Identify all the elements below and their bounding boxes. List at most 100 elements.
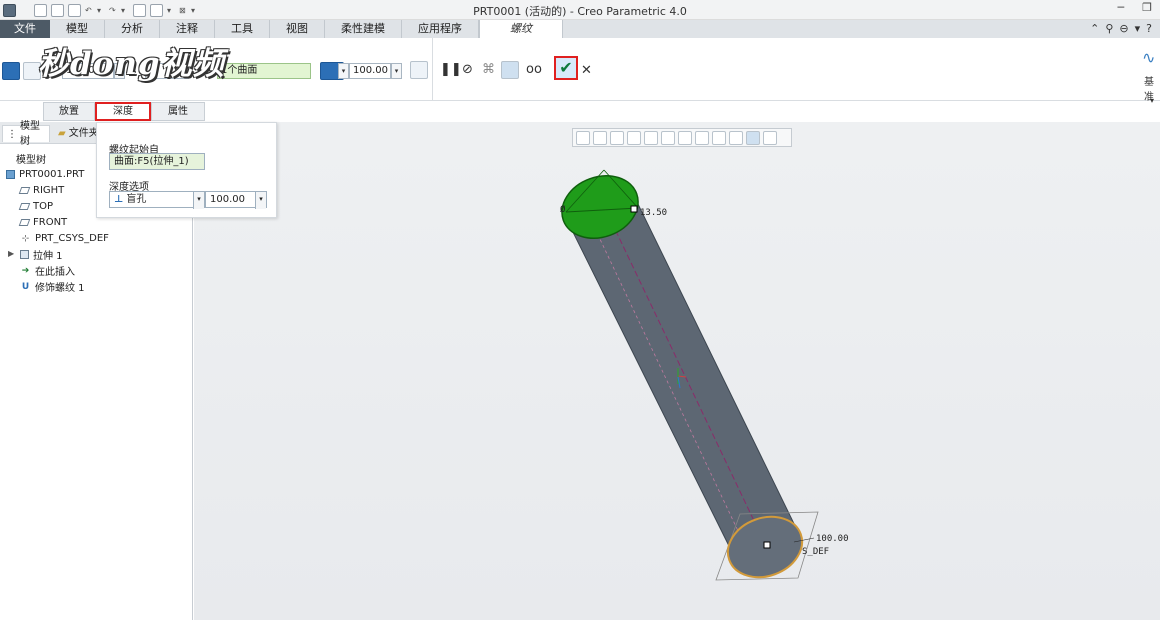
geometry-preview-icon[interactable]: ⌘ bbox=[482, 62, 495, 77]
csys-label: S_DEF bbox=[802, 547, 829, 557]
tree-item-label: PRT_CSYS_DEF bbox=[35, 233, 109, 244]
tab-folder-label: 文件夹 bbox=[68, 128, 99, 139]
tree-item-label: 在此插入 bbox=[35, 267, 75, 278]
watermark-logo: 秒dong视频 bbox=[38, 46, 225, 82]
depth-option-value: 盲孔 bbox=[126, 194, 147, 205]
depth-value: 100.00 bbox=[210, 194, 245, 205]
tab-model-tree-label: 模型树 bbox=[20, 121, 40, 147]
tab-file[interactable]: 文件 bbox=[0, 20, 50, 38]
tab-model[interactable]: 模型 bbox=[50, 20, 105, 38]
surface-collector[interactable]: 1个曲面 bbox=[217, 63, 311, 79]
tree-item-label: TOP bbox=[33, 201, 54, 212]
zoom-out-icon[interactable] bbox=[610, 130, 624, 145]
tree-item-part[interactable]: PRT0001.PRT bbox=[6, 167, 84, 182]
blind-icon: ⊥ bbox=[114, 194, 124, 205]
depth-type-dropdown-icon[interactable]: ▾ bbox=[338, 63, 349, 79]
datum-plane-icon bbox=[18, 187, 31, 194]
bottom-handle[interactable] bbox=[763, 541, 771, 549]
display-style-icon[interactable] bbox=[661, 130, 675, 145]
datum-display-icon[interactable] bbox=[712, 130, 726, 145]
window-controls: ─ ❐ bbox=[1118, 1, 1153, 14]
perspective-icon[interactable] bbox=[644, 130, 658, 145]
tab-analysis[interactable]: 分析 bbox=[105, 20, 160, 38]
folder-icon: ▰ bbox=[58, 128, 66, 139]
spin-center-icon[interactable] bbox=[746, 130, 760, 145]
tab-applications[interactable]: 应用程序 bbox=[402, 20, 479, 38]
saved-views-icon[interactable] bbox=[678, 130, 692, 145]
minimize-ribbon-icon[interactable]: ⌃ bbox=[1090, 22, 1099, 35]
creo-app: ↶ ▾ ↷ ▾ ▾ ⊠ ▾ PRT0001 (活动的) - Creo Param… bbox=[0, 0, 1160, 620]
zoom-in-icon[interactable] bbox=[593, 130, 607, 145]
minimize-icon[interactable]: ─ bbox=[1118, 1, 1125, 14]
depth-option-dropdown-icon[interactable]: ▾ bbox=[193, 192, 204, 209]
depth-option-select[interactable]: ⊥ 盲孔 ▾ bbox=[109, 191, 205, 209]
tree-item-csys[interactable]: ⊹ PRT_CSYS_DEF bbox=[20, 231, 109, 246]
help-dropdown-icon[interactable]: ▾ bbox=[1135, 22, 1141, 35]
tree-item-extrude[interactable]: 拉伸 1 bbox=[20, 247, 63, 262]
tree-item-label: FRONT bbox=[33, 217, 68, 228]
tree-item-top[interactable]: TOP bbox=[18, 199, 54, 214]
tree-item-label: RIGHT bbox=[33, 185, 65, 196]
depth-dimension[interactable]: 100.00 bbox=[816, 534, 849, 544]
cancel-button[interactable]: ✕ bbox=[581, 63, 592, 78]
ok-button[interactable]: ✔ bbox=[554, 56, 578, 80]
insert-here-icon: ➔ bbox=[21, 265, 30, 276]
depth-value-dropdown-icon[interactable]: ▾ bbox=[255, 192, 266, 209]
tab-thread[interactable]: 螺纹 bbox=[479, 20, 563, 38]
depth-panel: 螺纹起始自 曲面:F5(拉伸_1) 深度选项 ⊥ 盲孔 ▾ 100.00 ▾ bbox=[96, 122, 277, 218]
graphics-area[interactable]: 13.50 Ø 100.00 S_DEF bbox=[194, 122, 1160, 620]
datum-icon[interactable]: ∿ bbox=[1142, 48, 1155, 67]
repaint-icon[interactable] bbox=[627, 130, 641, 145]
view-toolbar bbox=[572, 128, 792, 147]
tab-tools[interactable]: 工具 bbox=[215, 20, 270, 38]
datum-dropdown-icon[interactable]: ▾ bbox=[1150, 96, 1154, 105]
tree-item-right[interactable]: RIGHT bbox=[18, 183, 65, 198]
no-preview-icon[interactable]: ⊘ bbox=[462, 62, 473, 77]
model-viewport[interactable]: 13.50 Ø 100.00 S_DEF bbox=[194, 122, 1160, 620]
tree-item-front[interactable]: FRONT bbox=[18, 215, 68, 230]
search-icon[interactable]: ⚲ bbox=[1105, 22, 1113, 35]
annotation-display-icon[interactable] bbox=[729, 130, 743, 145]
thread-start-collector[interactable]: 曲面:F5(拉伸_1) bbox=[109, 153, 205, 170]
tab-model-tree[interactable]: ⋮ 模型树 bbox=[2, 121, 50, 147]
diameter-dimension[interactable]: 13.50 bbox=[640, 208, 667, 218]
subtab-depth[interactable]: 深度 bbox=[95, 102, 151, 121]
help-icon[interactable]: ⊖ bbox=[1119, 22, 1128, 35]
feature-preview-icon[interactable] bbox=[501, 61, 519, 79]
extrude-icon bbox=[20, 250, 29, 259]
datum-plane-icon bbox=[18, 219, 31, 226]
cosmetic-thread-type-icon[interactable] bbox=[2, 62, 20, 80]
ribbon-right-controls: ⌃ ⚲ ⊖ ▾ ? bbox=[1090, 22, 1152, 35]
tab-flexible-modeling[interactable]: 柔性建模 bbox=[325, 20, 402, 38]
tab-view[interactable]: 视图 bbox=[270, 20, 325, 38]
depth-field[interactable]: 100.00 bbox=[349, 63, 391, 79]
subtab-placement[interactable]: 放置 bbox=[43, 102, 95, 121]
pause-icon[interactable]: ❚❚ bbox=[440, 62, 462, 77]
expand-extrude-icon[interactable]: ▶ bbox=[8, 249, 14, 258]
depth-dropdown-icon[interactable]: ▾ bbox=[391, 63, 402, 79]
view-manager-icon[interactable] bbox=[695, 130, 709, 145]
diameter-symbol: Ø bbox=[560, 204, 566, 215]
tree-item-cosmetic-thread[interactable]: U 修饰螺纹 1 bbox=[20, 279, 85, 295]
ribbon-tabs: 文件 模型 分析 注释 工具 视图 柔性建模 应用程序 螺纹 ⌃ ⚲ ⊖ ▾ ? bbox=[0, 20, 1160, 38]
verify-mode-icon[interactable]: oo bbox=[526, 62, 542, 77]
model-tree-icon: ⋮ bbox=[7, 128, 17, 140]
subtab-properties[interactable]: 属性 bbox=[151, 102, 205, 121]
refit-icon[interactable] bbox=[576, 130, 590, 145]
title-bar: ↶ ▾ ↷ ▾ ▾ ⊠ ▾ PRT0001 (活动的) - Creo Param… bbox=[0, 0, 1160, 20]
datum-plane-icon bbox=[18, 203, 31, 210]
tab-folder-browser[interactable]: ▰ 文件夹 bbox=[54, 125, 100, 142]
top-handle[interactable] bbox=[630, 205, 638, 213]
tab-annotate[interactable]: 注释 bbox=[160, 20, 215, 38]
restore-icon[interactable]: ❐ bbox=[1142, 1, 1152, 14]
display-filters-icon[interactable] bbox=[763, 130, 777, 145]
depth-value-select[interactable]: 100.00 ▾ bbox=[205, 191, 267, 209]
thread-ribbon: 13.50 ▾ 1个曲面 ▾ 100.00 ▾ ❚❚ ⊘ ⌘ oo ✔ ✕ ∿ … bbox=[0, 38, 1160, 121]
thread-icon: U bbox=[21, 281, 30, 292]
help-circle-icon[interactable]: ? bbox=[1146, 22, 1152, 35]
part-icon bbox=[6, 170, 15, 179]
tree-item-label: 修饰螺纹 1 bbox=[35, 283, 85, 294]
window-title: PRT0001 (活动的) - Creo Parametric 4.0 bbox=[473, 5, 687, 18]
tree-item-insert-here[interactable]: ➔ 在此插入 bbox=[20, 263, 75, 279]
flip-direction-icon[interactable] bbox=[410, 61, 428, 79]
